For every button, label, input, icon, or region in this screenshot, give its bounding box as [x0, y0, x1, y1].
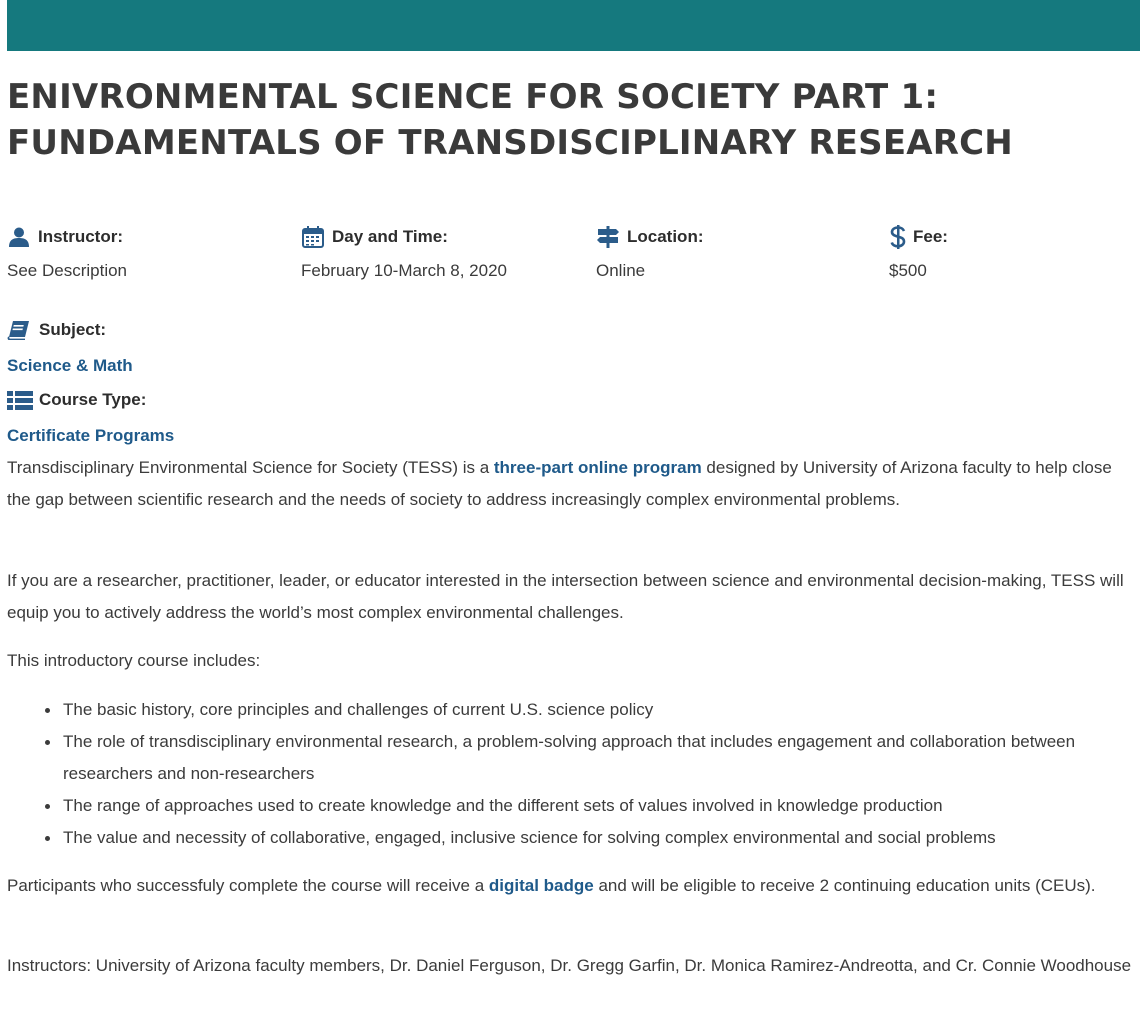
description-paragraph-1: Transdisciplinary Environmental Science …: [7, 452, 1135, 516]
day-time-value: February 10-March 8, 2020: [301, 261, 507, 280]
description-paragraph-2: If you are a researcher, practitioner, l…: [7, 571, 1124, 622]
fee-value: $500: [889, 261, 927, 280]
description-text: and will be eligible to receive 2 contin…: [593, 876, 1096, 895]
digital-badge-link[interactable]: digital badge: [489, 876, 594, 895]
description-text: Transdisciplinary Environmental Science …: [7, 458, 494, 477]
page-title-line-2: FUNDAMENTALS OF TRANSDISCIPLINARY RESEAR…: [7, 123, 1013, 163]
list-icon: [7, 389, 33, 411]
description-paragraph-3: This introductory course includes:: [7, 651, 261, 670]
course-topics-list: The basic history, core principles and c…: [40, 694, 1135, 854]
dollar-icon: [889, 225, 907, 249]
course-type-label: Course Type:: [39, 390, 147, 409]
book-icon: [7, 319, 33, 341]
page-title-line-1: ENIVRONMENTAL SCIENCE FOR SOCIETY PART 1…: [7, 77, 939, 117]
instructors-paragraph: Instructors: University of Arizona facul…: [7, 956, 1132, 975]
fee-detail: Fee: $500: [889, 224, 948, 281]
day-time-label: Day and Time:: [332, 227, 448, 246]
signpost-icon: [596, 225, 620, 249]
three-part-program-link[interactable]: three-part online program: [494, 458, 702, 477]
subject-link[interactable]: Science & Math: [7, 355, 133, 377]
description-text: Participants who successfuly complete th…: [7, 876, 489, 895]
calendar-icon: [301, 225, 325, 249]
user-icon: [7, 225, 31, 249]
list-item: The value and necessity of collaborative…: [40, 822, 1135, 854]
fee-label: Fee:: [913, 227, 948, 246]
day-time-detail: Day and Time: February 10-March 8, 2020: [301, 224, 507, 281]
course-type-heading: Course Type:: [7, 388, 146, 412]
location-value: Online: [596, 261, 646, 280]
course-type-link[interactable]: Certificate Programs: [7, 425, 174, 447]
list-item: The range of approaches used to create k…: [40, 790, 1135, 822]
location-label: Location:: [627, 227, 704, 246]
page-title: ENIVRONMENTAL SCIENCE FOR SOCIETY PART 1…: [7, 74, 1127, 166]
list-item: The basic history, core principles and c…: [40, 694, 1135, 726]
instructor-label: Instructor:: [38, 227, 123, 246]
instructor-detail: Instructor: See Description: [7, 224, 127, 281]
subject-label: Subject:: [39, 320, 107, 339]
description-paragraph-4: Participants who successfuly complete th…: [7, 870, 1135, 902]
location-detail: Location: Online: [596, 224, 704, 281]
subject-heading: Subject:: [7, 318, 106, 342]
instructor-value: See Description: [7, 261, 128, 280]
header-bar: [7, 0, 1140, 51]
list-item: The role of transdisciplinary environmen…: [40, 726, 1135, 790]
